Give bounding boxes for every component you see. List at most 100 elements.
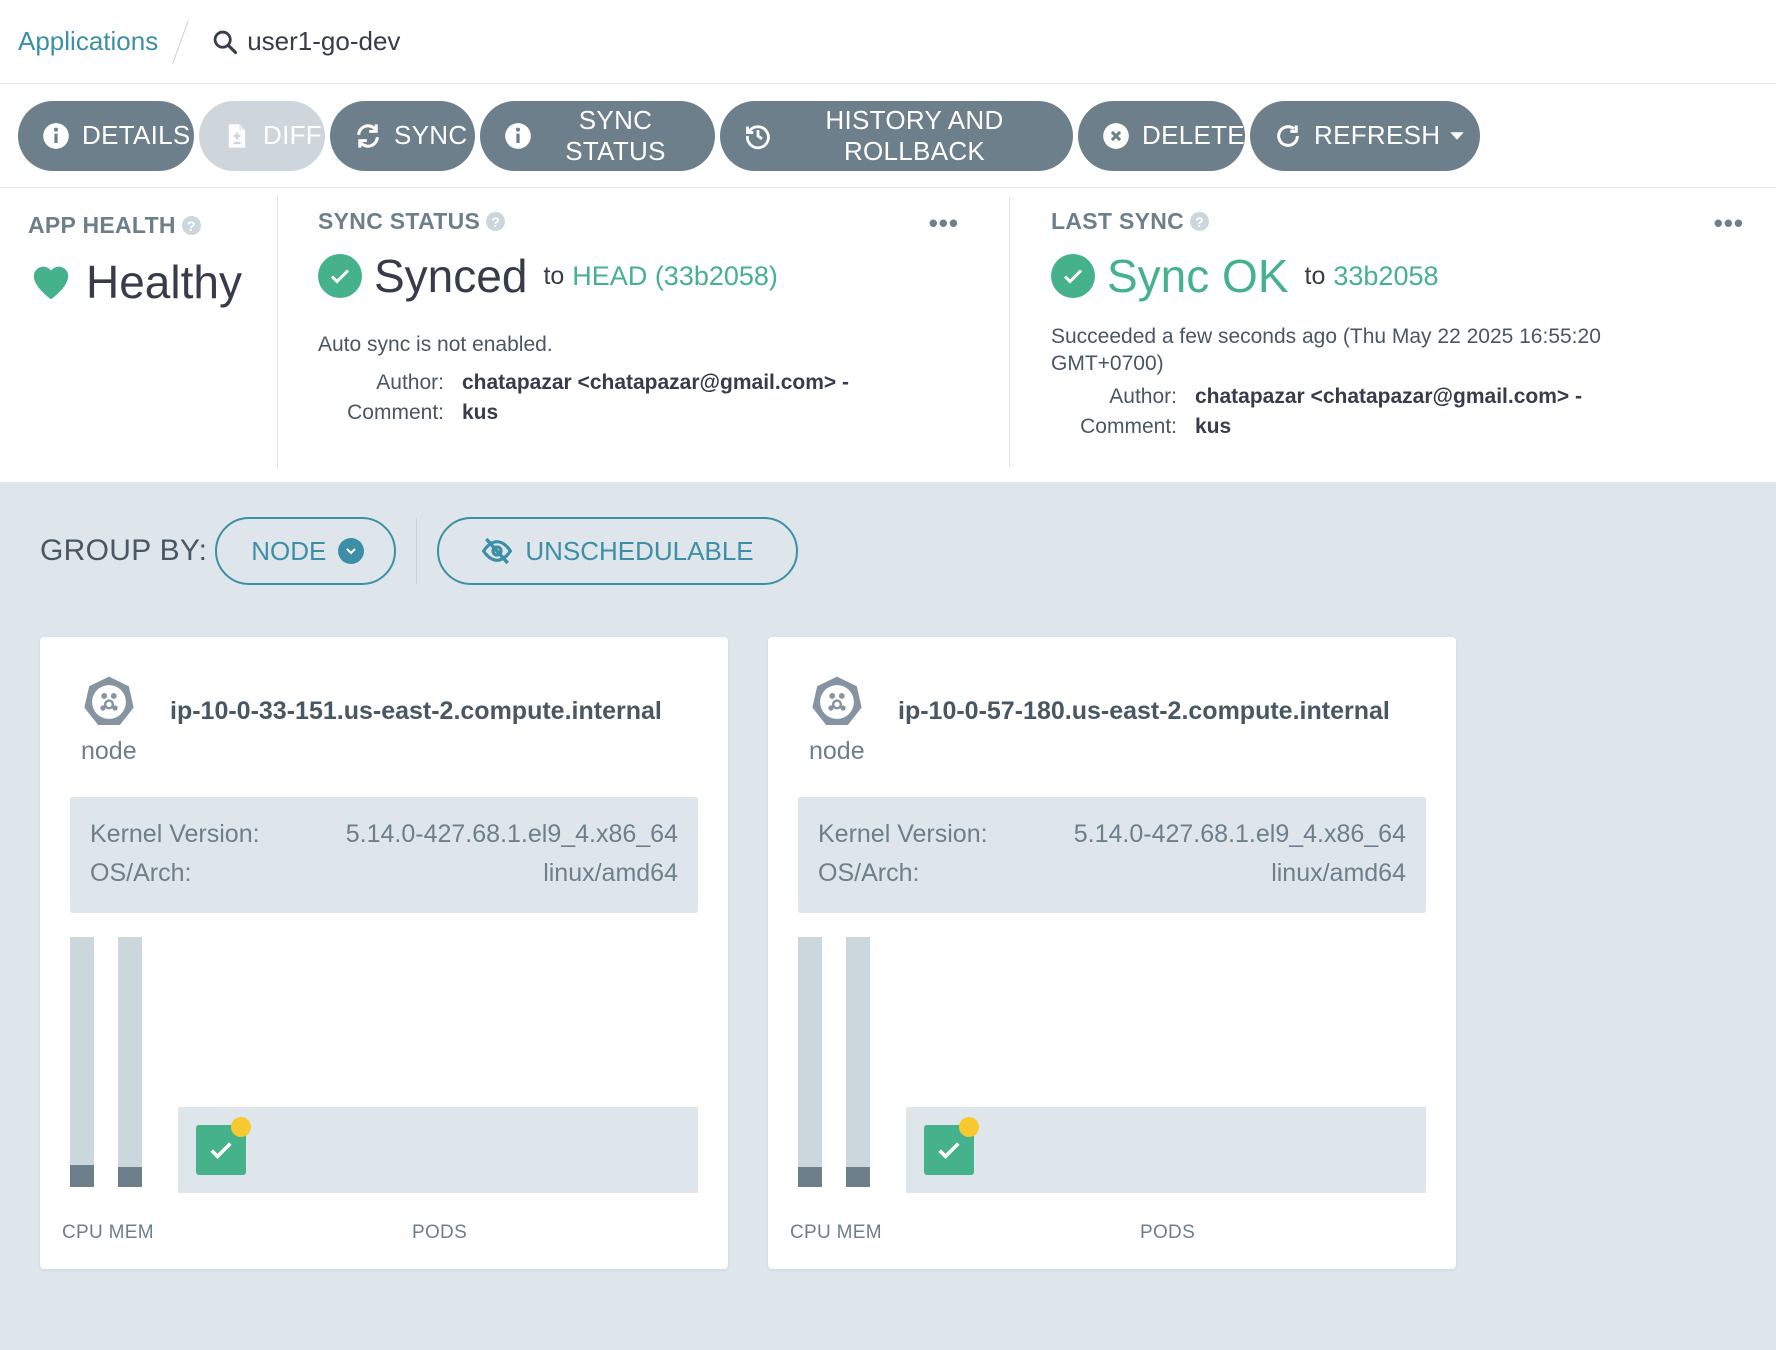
pods-container (178, 1107, 698, 1193)
heart-icon (33, 266, 69, 300)
breadcrumb: Applications user1-go-dev (0, 0, 1776, 84)
author-label: Author: (1109, 385, 1177, 408)
help-icon[interactable]: ? (181, 216, 201, 235)
author-value: chatapazar <chatapazar@gmail.com> - (462, 371, 849, 394)
pod-status-badge (231, 1117, 251, 1137)
group-by-bar: GROUP BY: NODE UNSCHEDULABLE (40, 517, 798, 585)
info-icon (43, 122, 69, 149)
comment-value: kus (462, 401, 499, 424)
last-sync-title-label: LAST SYNC (1051, 208, 1185, 234)
pod-status-badge (959, 1117, 979, 1137)
file-diff-icon (228, 123, 246, 148)
help-icon[interactable]: ? (1190, 212, 1210, 231)
cpu-usage-bar (798, 937, 822, 1187)
os-arch-value: linux/amd64 (1271, 859, 1406, 887)
kernel-version-value: 5.14.0-427.68.1.el9_4.x86_64 (345, 820, 678, 848)
sync-status-row: Synced to HEAD (33b2058) (318, 249, 1009, 303)
more-options-icon[interactable]: ••• (929, 208, 959, 239)
check-circle-icon (318, 254, 362, 298)
sync-revision-link[interactable]: HEAD (33b2058) (572, 261, 778, 292)
search-icon (213, 30, 238, 54)
refresh-button[interactable]: REFRESH (1250, 100, 1480, 171)
sync-status-button[interactable]: SYNC STATUS (480, 100, 715, 171)
last-sync-panel: LAST SYNC ? ••• Sync OK to 33b2058 Succe… (1010, 196, 1776, 468)
node-kind-label: node (809, 737, 865, 765)
node-kind-label: node (81, 737, 137, 765)
status-panels: APP HEALTH ? Healthy SYNC STATUS ? ••• S… (0, 188, 1776, 485)
history-rollback-label: HISTORY AND ROLLBACK (825, 104, 1004, 166)
group-by-label: GROUP BY: (40, 534, 208, 567)
last-sync-note: Succeeded a few seconds ago (Thu May 22 … (1051, 325, 1601, 375)
sync-status-title-label: SYNC STATUS (318, 208, 481, 234)
check-icon (210, 1142, 232, 1159)
kubernetes-node-icon (84, 676, 134, 725)
pod-tile[interactable] (924, 1117, 979, 1175)
history-rollback-button[interactable]: HISTORY AND ROLLBACK (720, 100, 1073, 171)
divider (416, 518, 418, 584)
refresh-label: REFRESH (1314, 120, 1441, 150)
cpu-mem-label: CPU MEM (62, 1222, 154, 1243)
diff-button[interactable]: DIFF (199, 100, 325, 171)
sync-label: SYNC (394, 120, 468, 150)
delete-button[interactable]: DELETE (1078, 100, 1245, 171)
node-info-box: Kernel Version: 5.14.0-427.68.1.el9_4.x86… (70, 797, 698, 913)
last-sync-value: Sync OK (1107, 250, 1289, 302)
app-health-panel: APP HEALTH ? Healthy (0, 196, 278, 468)
unschedulable-label: UNSCHEDULABLE (525, 535, 754, 566)
diff-label: DIFF (263, 120, 322, 150)
close-circle-icon (1103, 122, 1129, 149)
last-sync-revision-link[interactable]: 33b2058 (1333, 261, 1438, 292)
last-sync-title: LAST SYNC ? (1051, 208, 1776, 235)
unschedulable-toggle[interactable]: UNSCHEDULABLE (437, 517, 798, 585)
kernel-version-value: 5.14.0-427.68.1.el9_4.x86_64 (1073, 820, 1406, 848)
node-card[interactable]: node ip-10-0-33-151.us-east-2.compute.in… (40, 637, 728, 1269)
pods-label: PODS (412, 1222, 468, 1243)
comment-label: Comment: (1080, 415, 1177, 438)
sync-status-label: SYNC STATUS (565, 104, 666, 166)
more-options-icon[interactable]: ••• (1714, 208, 1744, 239)
mem-usage-bar (118, 937, 142, 1187)
sync-status-panel: SYNC STATUS ? ••• Synced to HEAD (33b205… (278, 196, 1010, 468)
group-by-value: NODE (251, 535, 327, 566)
cpu-usage-fill (70, 1164, 94, 1187)
os-arch-label: OS/Arch: (818, 859, 920, 887)
cpu-usage-fill (798, 1167, 822, 1187)
help-icon[interactable]: ? (486, 212, 506, 231)
check-circle-icon (1051, 254, 1095, 298)
app-health-title: APP HEALTH ? (28, 212, 277, 239)
breadcrumb-separator (172, 19, 190, 64)
cpu-mem-label: CPU MEM (790, 1222, 882, 1243)
check-icon (938, 1142, 960, 1159)
app-health-title-label: APP HEALTH (28, 212, 176, 238)
sync-status-value: Synced (374, 250, 528, 302)
breadcrumb-current-app[interactable]: user1-go-dev (211, 26, 400, 57)
sync-icon (357, 123, 379, 148)
sync-button[interactable]: SYNC (330, 100, 475, 171)
node-info-box: Kernel Version: 5.14.0-427.68.1.el9_4.x86… (798, 797, 1426, 913)
caret-down-icon (1450, 131, 1465, 140)
details-button[interactable]: DETAILS (18, 100, 194, 171)
pod-tile[interactable] (196, 1117, 251, 1175)
breadcrumb-applications-link[interactable]: Applications (18, 26, 158, 57)
group-by-select[interactable]: NODE (215, 517, 397, 585)
sync-status-to: to (543, 261, 565, 290)
author-label: Author: (376, 371, 444, 394)
nodes-view: GROUP BY: NODE UNSCHEDULABLE node ip-10-… (0, 485, 1776, 1350)
app-toolbar: DETAILS DIFF SYNC SYNC STATUS HISTORY AN… (0, 84, 1776, 188)
info-icon (505, 122, 531, 149)
comment-label: Comment: (347, 401, 444, 424)
node-name: ip-10-0-57-180.us-east-2.compute.interna… (898, 697, 1390, 725)
mem-usage-fill (846, 1167, 870, 1187)
comment-value: kus (1195, 415, 1232, 438)
os-arch-value: linux/amd64 (543, 859, 678, 887)
delete-label: DELETE (1142, 120, 1245, 150)
kubernetes-node-icon (812, 676, 862, 725)
os-arch-label: OS/Arch: (90, 859, 192, 887)
history-icon (746, 124, 770, 149)
pods-label: PODS (1140, 1222, 1196, 1243)
details-label: DETAILS (82, 120, 191, 150)
kernel-version-label: Kernel Version: (90, 820, 260, 848)
node-name: ip-10-0-33-151.us-east-2.compute.interna… (170, 697, 662, 725)
node-card[interactable]: node ip-10-0-57-180.us-east-2.compute.in… (768, 637, 1456, 1269)
chevron-down-icon (338, 538, 365, 564)
